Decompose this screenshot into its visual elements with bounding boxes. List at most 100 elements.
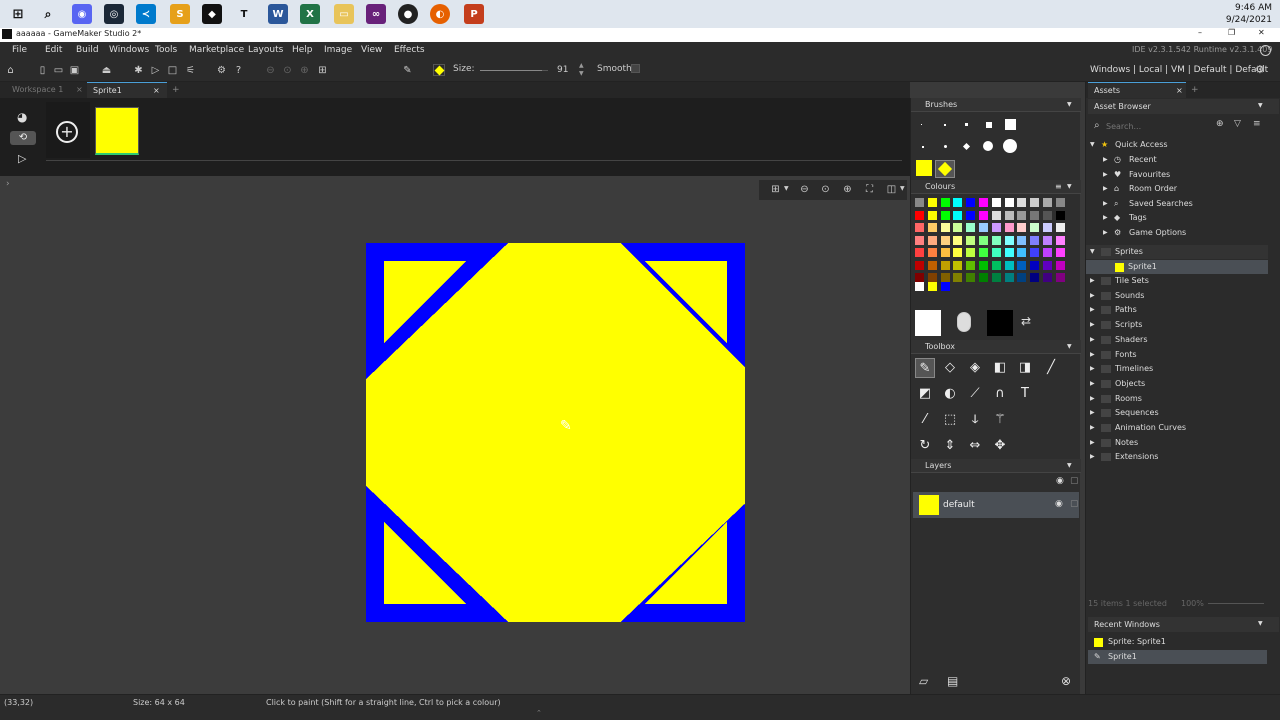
recent-colour-yellow[interactable] [928,282,937,291]
palette-swatch[interactable] [1017,248,1027,257]
tree-row-game-options[interactable]: ▶ ⚙ Game Options [1086,226,1266,240]
zoom-out-toolbar-icon[interactable]: ⊖ [264,64,277,77]
layer-row-default[interactable]: default ◉ ▢ [913,492,1079,518]
line-tool-icon[interactable]: ╱ [1041,358,1061,378]
palette-swatch[interactable] [1004,248,1014,257]
layer-lock-icon[interactable]: ▢ [1070,499,1079,509]
menu-build[interactable]: Build [76,45,99,55]
brush-1-icon[interactable] [921,124,922,125]
palette-swatch[interactable] [1055,260,1065,270]
move-tool-icon[interactable]: ✥ [990,436,1010,456]
palette-swatch[interactable] [1043,198,1052,207]
expand-icon[interactable]: ▶ [1103,211,1108,225]
palette-swatch[interactable] [1017,223,1027,232]
colour-eraser-tool-icon[interactable]: ◈ [965,358,985,378]
palette-swatch[interactable] [991,273,1001,282]
palette-swatch[interactable] [991,198,1001,207]
gamemaker-icon[interactable]: ◆ [202,4,222,24]
tree-row-group[interactable]: ▶ Objects [1086,377,1266,391]
tree-row-group[interactable]: ▶ Rooms [1086,392,1266,406]
menu-windows[interactable]: Windows [109,45,149,55]
target-settings-icon[interactable]: ⚙ [215,64,228,77]
tab-close-icon[interactable]: × [76,85,83,94]
text-editor-icon[interactable]: T [234,4,254,24]
palette-swatch[interactable] [1030,210,1040,220]
tree-row-sprite1[interactable]: Sprite1 [1086,260,1268,274]
firefox-icon[interactable]: ◐ [430,4,450,24]
tree-row-group[interactable]: ▶ Animation Curves [1086,421,1266,435]
palette-swatch[interactable] [991,248,1001,257]
expand-icon[interactable]: ▶ [1103,168,1108,182]
grid-toggle-icon[interactable]: ⊞ [769,183,782,196]
palette-swatch[interactable] [940,248,950,257]
chevron-down-icon[interactable]: ▼ [1067,340,1072,354]
brush-2-icon[interactable] [944,124,946,126]
tree-row-group[interactable]: ▶ Timelines [1086,362,1266,376]
palette-swatch[interactable] [953,235,963,245]
tree-row-group[interactable]: ▶ Tile Sets [1086,274,1266,288]
palette-swatch[interactable] [1004,210,1014,220]
fit-view-icon[interactable]: ⛶ [863,183,876,196]
preview-window-icon[interactable]: ◫ [885,183,898,196]
tab-sprite1[interactable]: Sprite1 × [87,82,167,98]
menu-file[interactable]: File [12,45,27,55]
palette-swatch[interactable] [927,273,937,282]
windows-start-icon[interactable]: ⊞ [8,4,28,24]
colour-palette[interactable] [915,198,1079,288]
brush-10-icon[interactable] [1003,139,1017,153]
home-icon[interactable]: ⌂ [4,64,17,77]
tab-close-icon[interactable]: × [153,86,160,95]
menu-edit[interactable]: Edit [45,45,62,55]
size-value[interactable]: 91 [557,65,568,75]
palette-swatch[interactable] [915,260,924,270]
palette-swatch[interactable] [1004,198,1014,207]
expand-icon[interactable]: ▶ [1090,436,1095,450]
menu-help[interactable]: Help [292,45,313,55]
tree-row-group[interactable]: ▶ Sequences [1086,406,1266,420]
palette-swatch[interactable] [1043,210,1052,220]
expand-icon[interactable]: ▶ [1103,153,1108,167]
colours-menu-icon[interactable]: ≡ [1055,180,1062,194]
expand-icon[interactable]: ▶ [1090,289,1095,303]
menu-layouts[interactable]: Layouts [248,45,283,55]
expand-icon[interactable]: ▶ [1090,274,1095,288]
palette-swatch[interactable] [1055,235,1065,245]
add-frame-icon[interactable]: + [56,121,78,143]
minimize-button[interactable]: – [1198,28,1202,37]
sprite-canvas-area[interactable]: › ⊞ ▼ ⊖ ⊙ ⊕ ⛶ ◫ ▼ ✎ [0,176,910,694]
file-explorer-icon[interactable]: ▭ [334,4,354,24]
zoom-in-icon[interactable]: ⊕ [841,183,854,196]
chevron-down-icon[interactable]: ▼ [1067,180,1072,194]
toolbox-header[interactable]: Toolbox ▼ [911,340,1081,354]
palette-swatch[interactable] [979,260,988,270]
palette-swatch[interactable] [1030,198,1040,207]
tree-row-group[interactable]: ▶ Fonts [1086,348,1266,362]
palette-swatch[interactable] [953,273,963,282]
run-icon[interactable]: ▷ [149,64,162,77]
layer-visibility-all-icon[interactable]: ◉ [1056,476,1064,486]
tree-row-favourites[interactable]: ▶ ♥ Favourites [1086,168,1266,182]
zoom-out-icon[interactable]: ⊖ [798,183,811,196]
lasso-tool-icon[interactable]: ↆ [965,410,985,430]
palette-swatch[interactable] [979,210,988,220]
account-icon[interactable] [1260,45,1271,56]
palette-swatch[interactable] [915,235,924,245]
palette-swatch[interactable] [915,210,924,220]
expand-arrow-icon[interactable]: › [6,179,10,189]
palette-swatch[interactable] [991,223,1001,232]
palette-swatch[interactable] [1043,235,1052,245]
palette-swatch[interactable] [1017,198,1027,207]
word-icon[interactable]: W [268,4,288,24]
text-tool-icon[interactable]: T [1015,384,1035,404]
tree-row-group[interactable]: ▶ Scripts [1086,318,1266,332]
layer-name[interactable]: default [943,500,975,510]
visual-studio-icon[interactable]: ∞ [366,4,386,24]
layers-header[interactable]: Layers ▼ [911,459,1081,473]
palette-swatch[interactable] [991,260,1001,270]
palette-swatch[interactable] [966,198,976,207]
clean-icon[interactable]: ⚟ [184,64,197,77]
palette-swatch[interactable] [1017,273,1027,282]
swap-colours-icon[interactable]: ⇄ [1021,314,1031,328]
sprite-image[interactable] [366,243,745,622]
expand-icon[interactable]: ▶ [1103,226,1108,240]
